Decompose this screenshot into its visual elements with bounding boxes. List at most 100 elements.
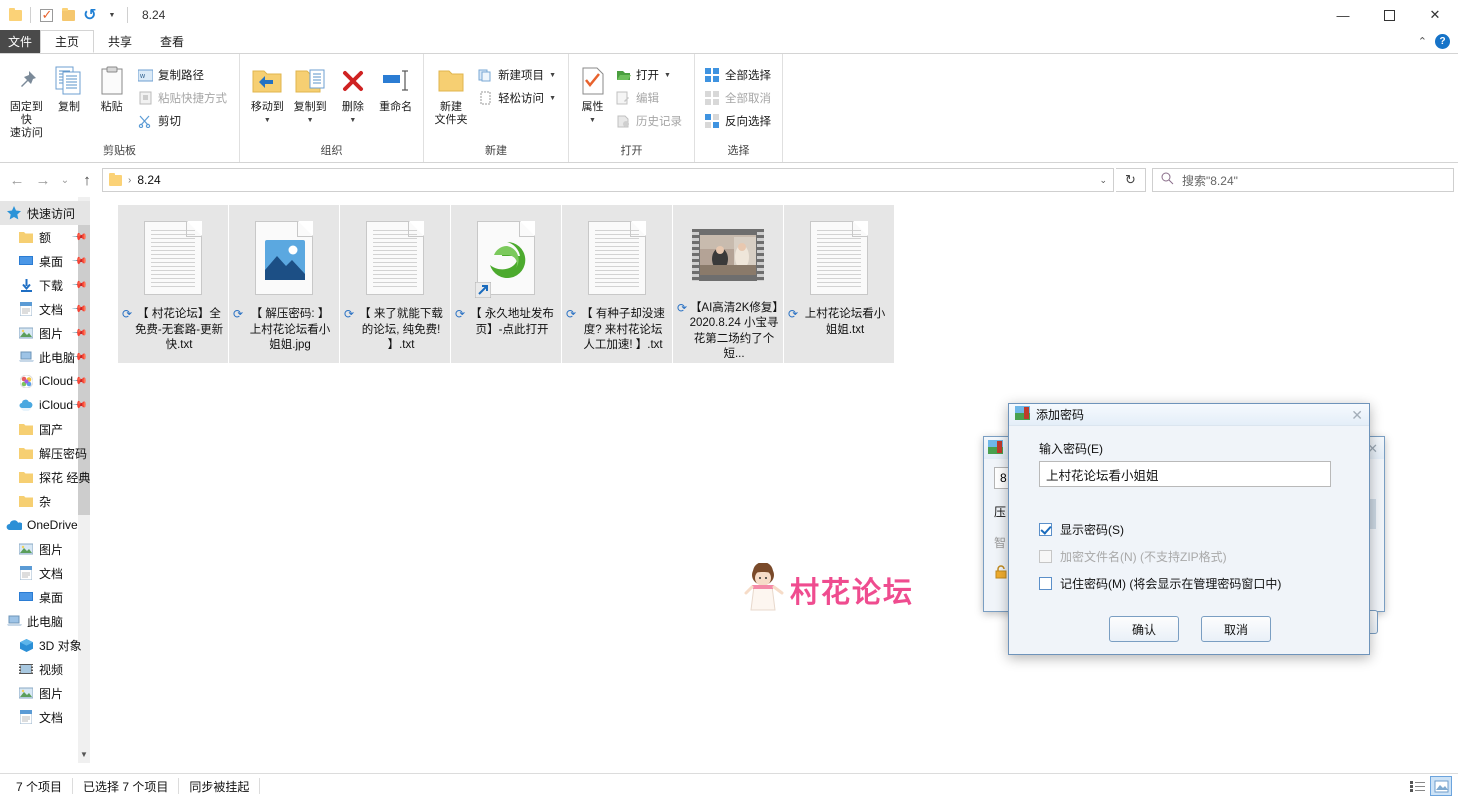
thumbnails-view-button[interactable] <box>1430 776 1452 796</box>
rename-button[interactable]: 重命名 <box>374 58 417 142</box>
chevron-down-icon[interactable]: ▼ <box>349 117 356 125</box>
show-password-checkbox[interactable] <box>1039 523 1052 536</box>
recent-locations-button[interactable]: ⌄ <box>56 167 74 193</box>
help-icon[interactable]: ? <box>1435 34 1450 49</box>
refresh-button[interactable]: ↻ <box>1116 168 1146 192</box>
folder-icon[interactable] <box>4 4 26 26</box>
pin-icon[interactable]: 📌 <box>70 277 87 294</box>
tab-view[interactable]: 查看 <box>146 30 198 53</box>
sidebar-item-19[interactable]: 视频 <box>0 657 90 681</box>
sidebar-item-15[interactable]: 文档 <box>0 561 90 585</box>
sidebar-item-label: 视频 <box>39 661 63 678</box>
chevron-down-icon[interactable]: ▼ <box>264 117 271 125</box>
chevron-down-icon[interactable]: ▼ <box>549 72 556 79</box>
easy-access-button[interactable]: 轻松访问 ▼ <box>474 87 562 109</box>
pin-icon[interactable]: 📌 <box>70 301 87 318</box>
cancel-button[interactable]: 取消 <box>1201 616 1271 642</box>
select-none-button[interactable]: 全部取消 <box>701 87 777 109</box>
add-password-dialog[interactable]: 添加密码 ✕ 输入密码(E) 上村花论坛看小姐姐 显示密码(S) 加密文件名(N… <box>1008 403 1370 655</box>
remember-password-row[interactable]: 记住密码(M) (将会显示在管理密码窗口中) <box>1039 575 1341 592</box>
select-all-button[interactable]: 全部选择 <box>701 64 777 86</box>
copy-to-button[interactable]: 复制到 ▼ <box>289 58 332 142</box>
close-button[interactable]: ✕ <box>1412 0 1458 30</box>
sidebar-item-11[interactable]: 探花 经典 <box>0 465 90 489</box>
file-item[interactable]: ⟳【 来了就能下载的论坛, 纯免费! 】.txt <box>340 205 450 363</box>
chevron-down-icon[interactable]: ▼ <box>589 117 596 125</box>
paste-button[interactable]: 粘贴 <box>91 58 132 142</box>
encrypt-filenames-row[interactable]: 加密文件名(N) (不支持ZIP格式) <box>1039 548 1341 565</box>
invert-selection-button[interactable]: 反向选择 <box>701 110 777 132</box>
chevron-down-icon[interactable]: ▼ <box>664 72 671 79</box>
cut-button[interactable]: 剪切 <box>134 110 233 132</box>
chevron-down-icon[interactable]: ⌄ <box>1099 175 1107 186</box>
encrypt-filenames-checkbox[interactable] <box>1039 550 1052 563</box>
up-button[interactable]: ↑ <box>74 167 100 193</box>
sidebar-item-18[interactable]: 3D 对象 <box>0 633 90 657</box>
file-item[interactable]: ⟳【 有种子却没速度? 来村花论坛人工加速! 】.txt <box>562 205 672 363</box>
delete-button[interactable]: 删除 ▼ <box>332 58 375 142</box>
ok-button[interactable]: 确认 <box>1109 616 1179 642</box>
sidebar-item-16[interactable]: 桌面 <box>0 585 90 609</box>
minimize-button[interactable]: — <box>1320 0 1366 30</box>
undo-icon[interactable]: ↺ <box>79 4 101 26</box>
new-item-button[interactable]: 新建项目 ▼ <box>474 64 562 86</box>
pin-icon[interactable]: 📌 <box>70 325 87 342</box>
chevron-down-icon[interactable]: ▼ <box>307 117 314 125</box>
collapse-ribbon-icon[interactable]: ⌃ <box>1418 35 1427 48</box>
close-icon[interactable]: ✕ <box>1351 408 1363 422</box>
tab-file[interactable]: 文件 <box>0 30 40 53</box>
back-button[interactable]: ← <box>4 167 30 193</box>
breadcrumb-path[interactable]: 8.24 <box>137 173 160 187</box>
history-button[interactable]: 历史记录 <box>612 110 688 132</box>
chevron-down-icon[interactable]: ▼ <box>549 95 556 102</box>
sidebar-item-0[interactable]: 快速访问 <box>0 201 90 225</box>
remember-password-checkbox[interactable] <box>1039 577 1052 590</box>
open-button[interactable]: 打开 ▼ <box>612 64 688 86</box>
sidebar-item-6[interactable]: 此电脑📌 <box>0 345 90 369</box>
tab-share[interactable]: 共享 <box>94 30 146 53</box>
sidebar-item-14[interactable]: 图片 <box>0 537 90 561</box>
maximize-button[interactable] <box>1366 0 1412 30</box>
tab-home[interactable]: 主页 <box>40 30 94 53</box>
show-password-row[interactable]: 显示密码(S) <box>1039 521 1341 538</box>
file-item[interactable]: ⟳【AI高清2K修复】2020.8.24 小宝寻花第二场约了个短... <box>673 205 783 363</box>
sidebar-item-10[interactable]: 解压密码 <box>0 441 90 465</box>
new-folder-button[interactable]: 新建 文件夹 <box>430 58 472 142</box>
folder2-icon[interactable] <box>57 4 79 26</box>
sidebar-item-13[interactable]: OneDrive <box>0 513 90 537</box>
copy-path-button[interactable]: w 复制路径 <box>134 64 233 86</box>
file-item[interactable]: ⟳【 永久地址发布页】-点此打开 <box>451 205 561 363</box>
sidebar-item-8[interactable]: iCloud📌 <box>0 393 90 417</box>
sidebar-item-1[interactable]: 额📌 <box>0 225 90 249</box>
file-item[interactable]: ⟳上村花论坛看小姐姐.txt <box>784 205 894 363</box>
paste-shortcut-icon <box>137 90 153 106</box>
customize-dropdown-icon[interactable]: ▼ <box>101 4 123 26</box>
pin-to-quick-access-button[interactable]: 固定到快 速访问 <box>6 58 47 142</box>
checkbox-icon[interactable] <box>35 4 57 26</box>
sidebar-item-12[interactable]: 杂 <box>0 489 90 513</box>
details-view-button[interactable] <box>1406 776 1428 796</box>
file-item[interactable]: ⟳【 解压密码: 】上村花论坛看小姐姐.jpg <box>229 205 339 363</box>
address-field[interactable]: › 8.24 ⌄ <box>102 168 1114 192</box>
sidebar-item-20[interactable]: 图片 <box>0 681 90 705</box>
sidebar-item-17[interactable]: 此电脑 <box>0 609 90 633</box>
sidebar-item-9[interactable]: 国产 <box>0 417 90 441</box>
sidebar-item-5[interactable]: 图片📌 <box>0 321 90 345</box>
edit-button[interactable]: 编辑 <box>612 87 688 109</box>
sidebar-item-2[interactable]: 桌面📌 <box>0 249 90 273</box>
file-item[interactable]: ⟳【 村花论坛】全免费-无套路-更新快.txt <box>118 205 228 363</box>
sidebar-item-21[interactable]: 文档 <box>0 705 90 729</box>
properties-button[interactable]: 属性 ▼ <box>575 58 610 142</box>
sidebar-item-4[interactable]: 文档📌 <box>0 297 90 321</box>
copy-button[interactable]: 复制 <box>49 58 90 142</box>
pin-icon[interactable]: 📌 <box>70 253 87 270</box>
search-box[interactable]: 搜索"8.24" <box>1152 168 1454 192</box>
move-to-button[interactable]: 移动到 ▼ <box>246 58 289 142</box>
forward-button[interactable]: → <box>30 167 56 193</box>
pin-icon[interactable]: 📌 <box>70 229 87 246</box>
password-input[interactable]: 上村花论坛看小姐姐 <box>1039 461 1331 487</box>
paste-shortcut-button[interactable]: 粘贴快捷方式 <box>134 87 233 109</box>
sidebar-item-3[interactable]: 下载📌 <box>0 273 90 297</box>
sidebar-item-7[interactable]: iCloud📌 <box>0 369 90 393</box>
scroll-down-button[interactable]: ▼ <box>78 746 90 763</box>
